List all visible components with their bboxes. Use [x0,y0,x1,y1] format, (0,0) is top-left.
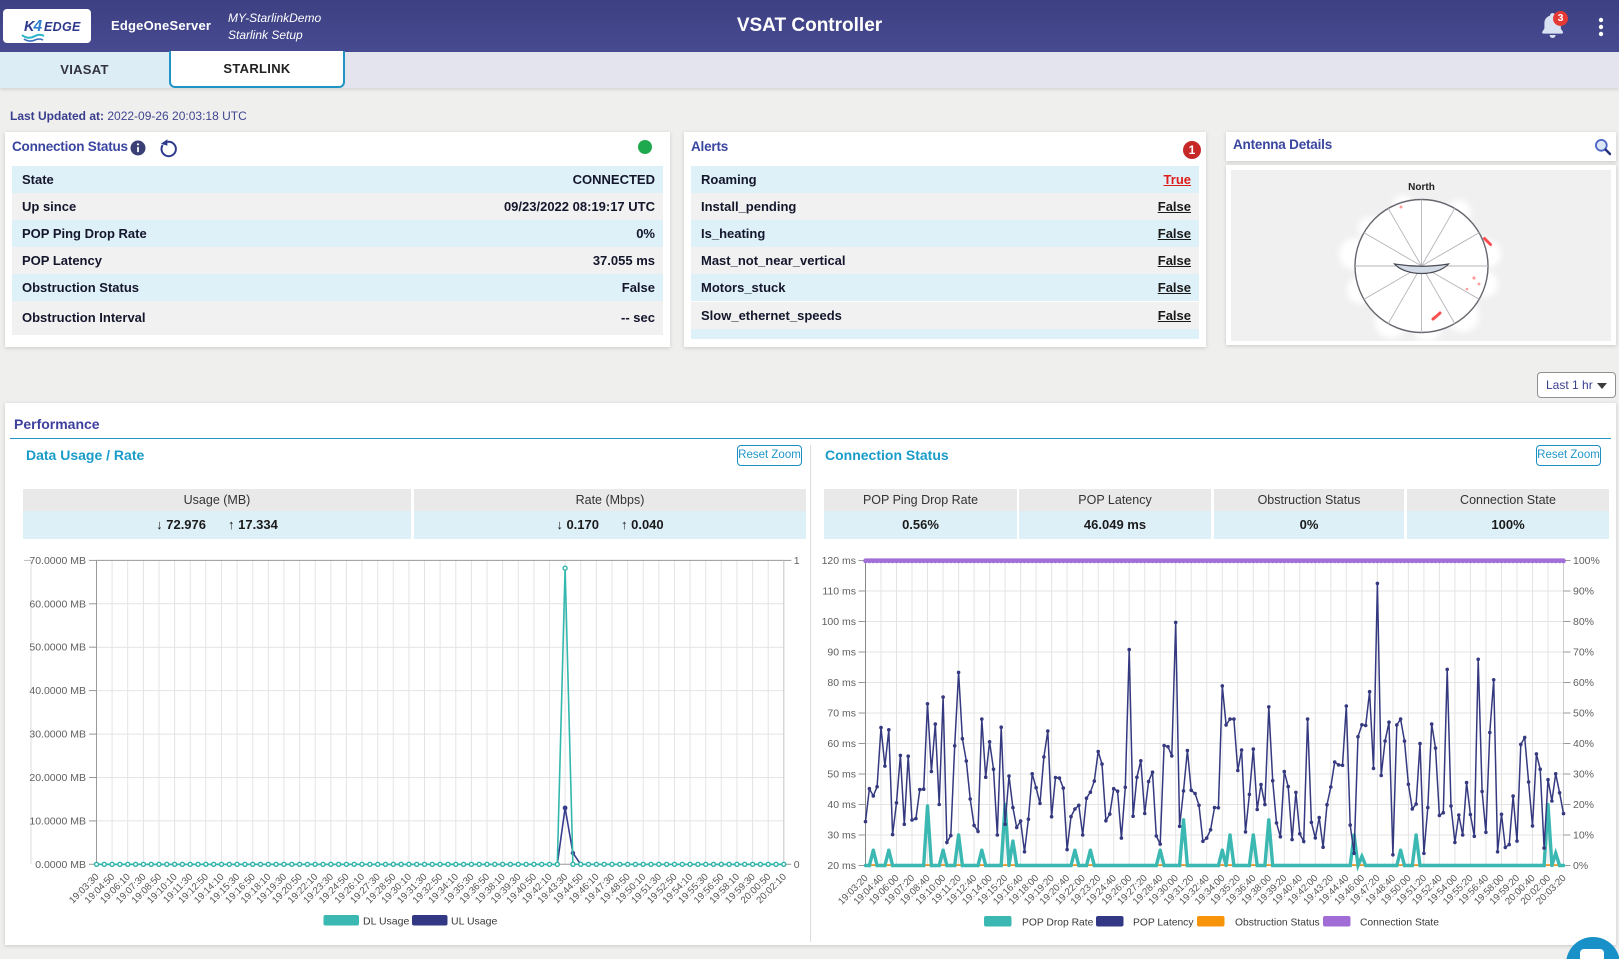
svg-text:30 ms: 30 ms [827,830,856,842]
svg-text:40.0000 MB: 40.0000 MB [29,685,86,697]
svg-text:Obstruction Status: Obstruction Status [1235,918,1320,929]
svg-text:80%: 80% [1573,616,1594,628]
svg-text:0: 0 [794,859,800,871]
svg-text:70.0000 MB: 70.0000 MB [29,555,86,567]
svg-text:70 ms: 70 ms [827,708,856,720]
svg-text:50%: 50% [1573,708,1594,720]
svg-text:30%: 30% [1573,769,1594,781]
svg-text:80 ms: 80 ms [827,677,856,689]
svg-text:0.0000 MB: 0.0000 MB [35,859,86,871]
svg-text:110 ms: 110 ms [822,586,856,598]
svg-text:90%: 90% [1573,586,1594,598]
svg-text:North: North [1408,182,1435,193]
svg-text:60 ms: 60 ms [827,738,856,750]
svg-text:90 ms: 90 ms [827,647,856,659]
svg-text:60.0000 MB: 60.0000 MB [29,598,86,610]
svg-text:0%: 0% [1573,860,1588,872]
svg-text:100 ms: 100 ms [822,616,856,628]
svg-text:POP Drop Rate: POP Drop Rate [1022,918,1094,929]
svg-text:POP Latency: POP Latency [1133,918,1194,929]
svg-text:20.0000 MB: 20.0000 MB [29,772,86,784]
svg-text:60%: 60% [1573,677,1594,689]
svg-text:30.0000 MB: 30.0000 MB [29,729,86,741]
svg-text:100%: 100% [1573,555,1600,567]
svg-text:20 ms: 20 ms [827,860,856,872]
svg-text:120 ms: 120 ms [822,555,856,567]
svg-text:DL Usage: DL Usage [363,916,409,928]
svg-text:70%: 70% [1573,647,1594,659]
svg-text:1: 1 [794,555,800,567]
svg-text:10%: 10% [1573,830,1594,842]
svg-text:40%: 40% [1573,738,1594,750]
svg-text:Connection State: Connection State [1360,918,1439,929]
svg-text:50.0000 MB: 50.0000 MB [29,642,86,654]
svg-text:40 ms: 40 ms [827,799,856,811]
svg-text:10.0000 MB: 10.0000 MB [29,815,86,827]
svg-text:UL Usage: UL Usage [451,916,497,928]
svg-text:20%: 20% [1573,799,1594,811]
svg-text:50 ms: 50 ms [827,769,856,781]
